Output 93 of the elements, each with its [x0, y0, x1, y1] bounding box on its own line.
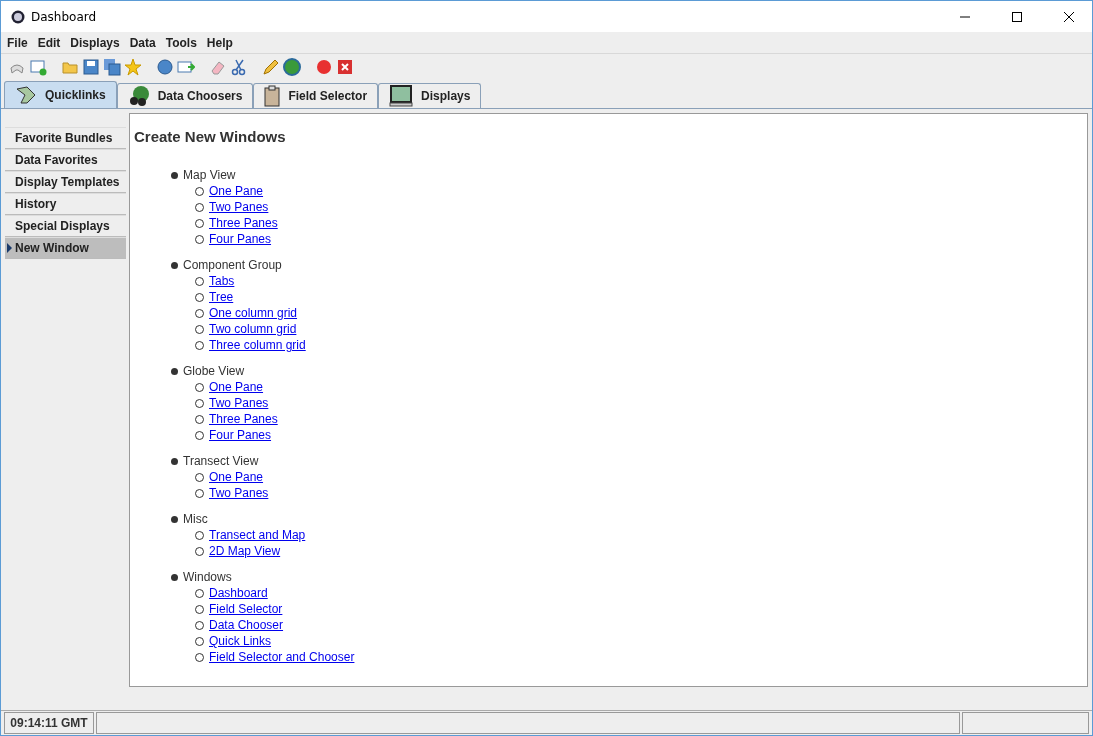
- globe-icon[interactable]: [283, 58, 301, 76]
- menu-item[interactable]: Help: [206, 35, 233, 50]
- circle-bullet-icon: [195, 604, 204, 614]
- group-title: Globe View: [183, 364, 245, 378]
- link[interactable]: Four Panes: [209, 232, 272, 246]
- link[interactable]: Three column grid: [209, 338, 306, 352]
- link[interactable]: One Pane: [209, 470, 264, 484]
- menu-item[interactable]: Edit: [37, 35, 61, 50]
- new-window-icon[interactable]: [29, 58, 47, 76]
- bullet-icon: [171, 367, 178, 375]
- group-title: Map View: [183, 168, 236, 182]
- link[interactable]: Transect and Map: [209, 528, 306, 542]
- link[interactable]: Four Panes: [209, 428, 272, 442]
- circle-bullet-icon: [195, 382, 204, 392]
- link[interactable]: One column grid: [209, 306, 298, 320]
- circle-bullet-icon: [195, 292, 204, 302]
- sidebar-item[interactable]: Display Templates: [5, 171, 126, 193]
- link[interactable]: Two Panes: [209, 396, 269, 410]
- link[interactable]: Field Selector and Chooser: [209, 650, 355, 664]
- circle-bullet-icon: [195, 652, 204, 662]
- sidebar-item[interactable]: Favorite Bundles: [5, 127, 126, 149]
- scissors-icon[interactable]: [230, 58, 248, 76]
- caret-icon: [7, 243, 12, 253]
- circle-bullet-icon: [195, 588, 204, 598]
- save-all-icon[interactable]: [103, 58, 121, 76]
- menu-item[interactable]: Tools: [165, 35, 197, 50]
- link[interactable]: One Pane: [209, 184, 264, 198]
- arrow-icon: [15, 85, 37, 105]
- link[interactable]: Dashboard: [209, 586, 268, 600]
- group-title: Misc: [183, 512, 208, 526]
- window-title: Dashboard: [31, 9, 98, 24]
- tab[interactable]: Data Choosers: [116, 83, 254, 108]
- sidebar-item[interactable]: Special Displays: [5, 215, 126, 237]
- circle-bullet-icon: [195, 202, 204, 212]
- bullet-icon: [171, 515, 178, 523]
- circle-bullet-icon: [195, 472, 204, 482]
- circle-bullet-icon: [195, 488, 204, 498]
- link[interactable]: Data Chooser: [209, 618, 284, 632]
- menu-item[interactable]: Data: [129, 35, 156, 50]
- menu-item[interactable]: Displays: [70, 35, 120, 50]
- circle-bullet-icon: [195, 620, 204, 630]
- circle-bullet-icon: [195, 430, 204, 440]
- bullet-icon: [171, 573, 178, 581]
- tab[interactable]: Displays: [378, 83, 482, 108]
- section-heading: Create New Windows: [134, 128, 287, 145]
- link[interactable]: Two Panes: [209, 486, 269, 500]
- close-icon: [1064, 11, 1074, 22]
- monitor-icon: [389, 85, 414, 107]
- link[interactable]: Tree: [209, 290, 234, 304]
- link[interactable]: One Pane: [209, 380, 264, 394]
- link[interactable]: 2D Map View: [209, 544, 281, 558]
- close-icon[interactable]: [336, 58, 354, 76]
- circle-bullet-icon: [195, 234, 204, 244]
- group-title: Windows: [183, 570, 232, 584]
- bullet-icon: [171, 171, 178, 179]
- circle-bullet-icon: [195, 218, 204, 228]
- link[interactable]: Three Panes: [209, 216, 278, 230]
- status-time: 09:14:11 GMT: [4, 712, 94, 734]
- app-logo-icon: [11, 9, 25, 24]
- save-icon[interactable]: [82, 58, 100, 76]
- bullet-icon: [171, 261, 178, 269]
- binoculars-globe-icon: [127, 85, 150, 107]
- link[interactable]: Quick Links: [209, 634, 272, 648]
- sidebar-item[interactable]: History: [5, 193, 126, 215]
- sidebar-item[interactable]: New Window: [5, 237, 126, 259]
- link[interactable]: Two column grid: [209, 322, 297, 336]
- group-title: Component Group: [183, 258, 282, 272]
- circle-bullet-icon: [195, 414, 204, 424]
- mail-icon[interactable]: [177, 58, 195, 76]
- menu-item[interactable]: File: [7, 35, 28, 50]
- star-icon[interactable]: [124, 58, 142, 76]
- group-title: Transect View: [183, 454, 259, 468]
- circle-bullet-icon: [195, 186, 204, 196]
- circle-bullet-icon: [195, 308, 204, 318]
- record-icon[interactable]: [315, 58, 333, 76]
- link[interactable]: Field Selector: [209, 602, 283, 616]
- sidebar-item[interactable]: Data Favorites: [5, 149, 126, 171]
- link[interactable]: Tabs: [209, 274, 235, 288]
- bullet-icon: [171, 457, 178, 465]
- circle-bullet-icon: [195, 546, 204, 556]
- circle-bullet-icon: [195, 324, 204, 334]
- circle-bullet-icon: [195, 398, 204, 408]
- circle-bullet-icon: [195, 636, 204, 646]
- circle-bullet-icon: [195, 276, 204, 286]
- circle-bullet-icon: [195, 340, 204, 350]
- pencil-icon[interactable]: [262, 58, 280, 76]
- maximize-icon: [1012, 11, 1022, 22]
- tab[interactable]: Field Selector: [253, 83, 379, 108]
- link[interactable]: Two Panes: [209, 200, 269, 214]
- clipboard-icon: [264, 85, 281, 107]
- tab[interactable]: Quicklinks: [4, 81, 117, 108]
- circle-bullet-icon: [195, 530, 204, 540]
- link[interactable]: Three Panes: [209, 412, 278, 426]
